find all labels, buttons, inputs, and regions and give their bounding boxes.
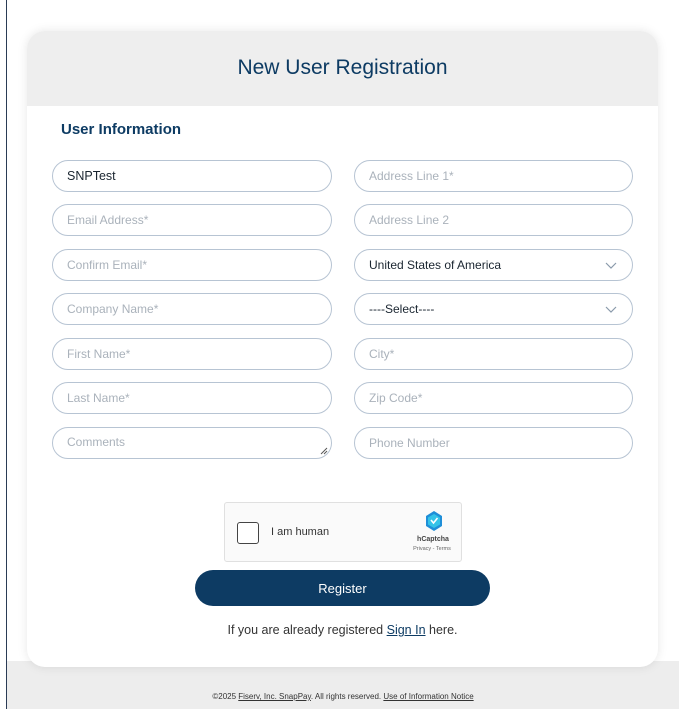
address-line-1-placeholder: Address Line 1* [369, 169, 454, 183]
city-field[interactable]: City* [354, 338, 633, 370]
address-line-2-placeholder: Address Line 2 [369, 213, 450, 227]
register-button[interactable]: Register [195, 570, 490, 606]
signin-suffix: here. [425, 623, 458, 637]
company-link[interactable]: Fiserv, Inc. SnapPay [238, 692, 311, 701]
comments-textarea[interactable]: Comments [52, 427, 332, 459]
first-name-field[interactable]: First Name* [52, 338, 332, 370]
company-name-field[interactable]: Company Name* [52, 293, 332, 325]
email-placeholder: Email Address* [67, 213, 149, 227]
confirm-email-placeholder: Confirm Email* [67, 258, 148, 272]
username-value: SNPTest [67, 169, 116, 183]
first-name-placeholder: First Name* [67, 347, 131, 361]
confirm-email-field[interactable]: Confirm Email* [52, 249, 332, 281]
footer-rights: . All rights reserved. [310, 692, 384, 701]
footer: ©2025 Fiserv, Inc. SnapPay. All rights r… [7, 692, 679, 701]
company-name-placeholder: Company Name* [67, 302, 159, 316]
page-title: New User Registration [237, 55, 448, 79]
zip-code-field[interactable]: Zip Code* [354, 382, 633, 414]
country-select[interactable]: United States of America [354, 249, 633, 281]
hcaptcha-logo-icon [426, 511, 442, 531]
captcha-brand: hCaptcha [417, 536, 449, 543]
state-select[interactable]: ----Select---- [354, 293, 633, 325]
footer-copyright: ©2025 [212, 692, 239, 701]
address-line-2-field[interactable]: Address Line 2 [354, 204, 633, 236]
last-name-field[interactable]: Last Name* [52, 382, 332, 414]
captcha-links[interactable]: Privacy - Terms [409, 546, 455, 552]
state-selected-value: ----Select---- [369, 302, 435, 316]
username-field[interactable]: SNPTest [52, 160, 332, 192]
phone-number-field[interactable]: Phone Number [354, 427, 633, 459]
captcha-checkbox[interactable] [237, 522, 259, 544]
card-header: New User Registration [27, 31, 658, 106]
use-of-information-link[interactable]: Use of Information Notice [383, 692, 473, 701]
resize-handle-icon[interactable] [320, 447, 328, 455]
signin-prefix: If you are already registered [227, 623, 387, 637]
chevron-down-icon [605, 306, 617, 313]
captcha-label: I am human [271, 526, 330, 538]
address-line-1-field[interactable]: Address Line 1* [354, 160, 633, 192]
phone-number-placeholder: Phone Number [369, 436, 450, 450]
signin-prompt: If you are already registered Sign In he… [27, 623, 658, 637]
section-title-user-information: User Information [61, 121, 182, 138]
comments-placeholder: Comments [67, 435, 126, 449]
chevron-down-icon [605, 262, 617, 269]
sign-in-link[interactable]: Sign In [387, 623, 426, 637]
zip-code-placeholder: Zip Code* [369, 391, 423, 405]
last-name-placeholder: Last Name* [67, 391, 130, 405]
country-selected-value: United States of America [369, 258, 502, 272]
footer-background [7, 661, 679, 709]
email-field[interactable]: Email Address* [52, 204, 332, 236]
hcaptcha-widget: I am human hCaptcha Privacy - Terms [224, 502, 462, 562]
city-placeholder: City* [369, 347, 395, 361]
registration-card: New User Registration User Information S… [27, 31, 658, 667]
